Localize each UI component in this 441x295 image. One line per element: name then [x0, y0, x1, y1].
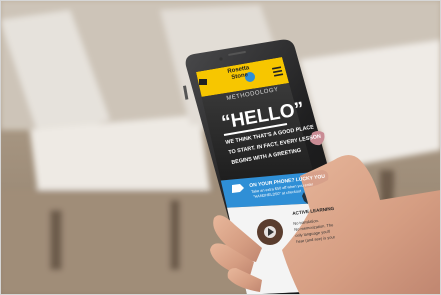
play-video-icon[interactable]	[260, 222, 280, 242]
photo-scene: Rosetta Stone METHODOLOGY “HELLO” WE THI…	[0, 0, 441, 295]
shopping-cart-icon[interactable]	[198, 77, 208, 85]
background-shapes	[0, 0, 441, 295]
menu-icon[interactable]	[271, 66, 283, 76]
